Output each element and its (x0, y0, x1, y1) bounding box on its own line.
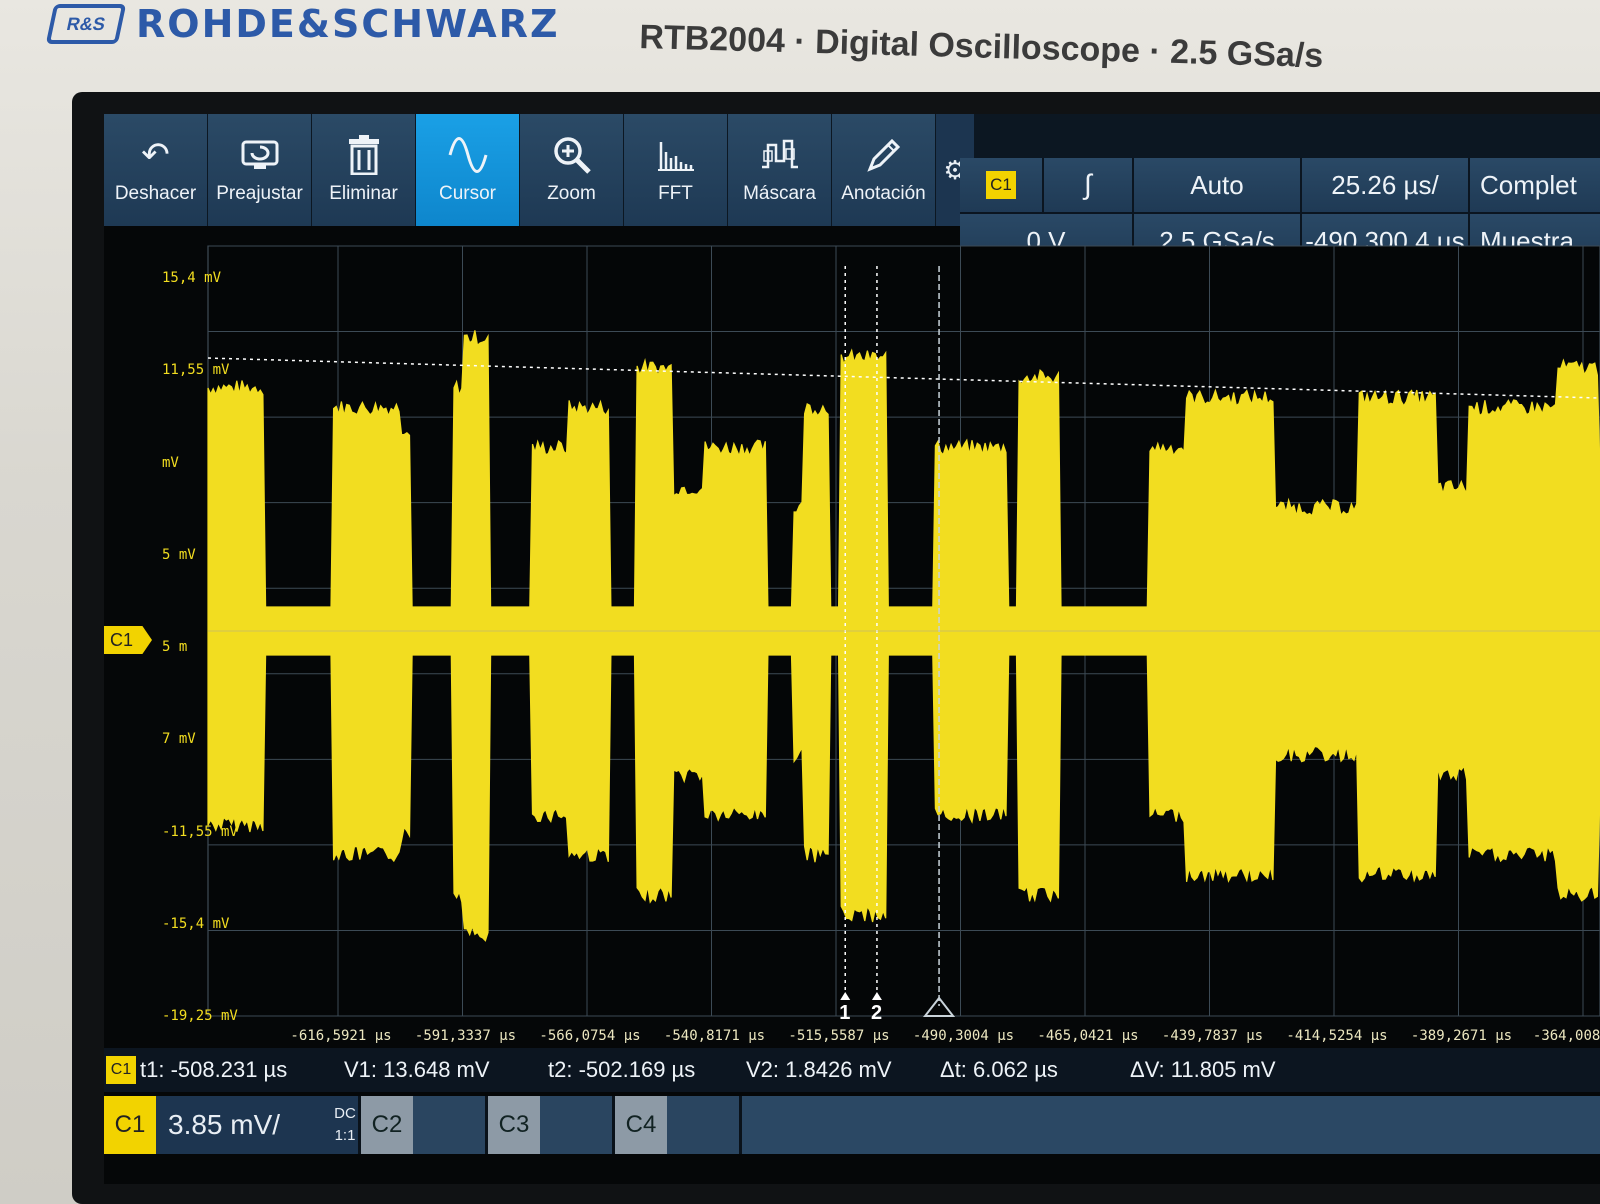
fft-button[interactable]: FFT (624, 114, 727, 226)
display-screen: ↶ Deshacer Preajustar Eliminar Cursor Zo… (104, 114, 1600, 1184)
channel-3-button[interactable]: C3 (488, 1096, 612, 1154)
rising-edge-icon: ∫ (1084, 169, 1092, 200)
tool-label: Cursor (438, 183, 496, 204)
channel-3-tag: C3 (488, 1096, 540, 1154)
y-tick-label: -19,25 mV (162, 1008, 238, 1024)
channel-bar-empty (742, 1096, 1600, 1154)
readout-t2: t2: -502.169 µs (548, 1057, 696, 1082)
tool-label: Eliminar (329, 183, 398, 204)
channel-4-tag: C4 (615, 1096, 667, 1154)
channel-1-coupling: DC 1:1 (332, 1103, 358, 1147)
x-tick-label: -364,0087 (1532, 1028, 1600, 1044)
y-tick-label: -15,4 mV (162, 915, 230, 932)
brand-logo: R&S (45, 4, 127, 44)
x-tick-label: -389,2671 µs (1410, 1028, 1513, 1044)
x-tick-label: -515,5587 µs (788, 1028, 890, 1044)
x-tick-label: -490,3004 µs (912, 1028, 1015, 1044)
x-tick-label: -540,8171 µs (663, 1028, 766, 1044)
delete-button[interactable]: Eliminar (312, 114, 415, 226)
tool-label: Deshacer (114, 183, 197, 204)
x-tick-label: -616,5921 µs (290, 1028, 392, 1044)
y-tick-label: 5 m (162, 639, 188, 655)
channel-offset-marker[interactable]: C1 (104, 626, 152, 654)
y-tick-label: 11,55 mV (162, 362, 230, 379)
trigger-source[interactable]: C1 (960, 158, 1042, 212)
probe-ratio: 1:1 (334, 1127, 356, 1144)
zoom-button[interactable]: Zoom (520, 114, 623, 226)
acquisition-mode[interactable]: Complet (1470, 158, 1600, 212)
readout-delta-t: Δt: 6.062 µs (940, 1057, 1058, 1082)
annotation-button[interactable]: Anotación (832, 114, 935, 226)
tool-label: Preajustar (216, 183, 303, 204)
cursor-1-label: 1 (839, 1002, 851, 1024)
model-line: RTB2004 · Digital Oscilloscope · 2.5 GSa… (638, 18, 1324, 76)
brand: R&S ROHDE&SCHWARZ (45, 0, 560, 48)
y-tick-label: 15,4 mV (162, 270, 222, 286)
cursor-button[interactable]: Cursor (416, 114, 519, 226)
tool-label: FFT (658, 183, 693, 204)
readout-v2: V2: 1.8426 mV (746, 1057, 892, 1082)
zoom-icon (552, 135, 592, 175)
mask-icon (760, 135, 800, 175)
timebase-scale[interactable]: 25.26 µs/ (1302, 158, 1468, 212)
y-tick-label: -11,55 mV (162, 823, 238, 840)
cursor-readout-bar: C1 t1: -508.231 µs V1: 13.648 mV t2: -50… (104, 1048, 1600, 1092)
tool-label: Anotación (841, 183, 926, 204)
preset-button[interactable]: Preajustar (208, 114, 311, 226)
tool-label: Zoom (547, 183, 596, 204)
trash-icon (344, 135, 384, 175)
brand-name: ROHDE&SCHWARZ (136, 2, 560, 46)
undo-icon: ↶ (141, 136, 170, 174)
x-tick-label: -591,3337 µs (414, 1028, 517, 1044)
y-tick-label: 5 mV (162, 546, 196, 563)
y-tick-label: 7 mV (162, 731, 196, 748)
trigger-slope[interactable]: ∫ (1044, 158, 1132, 212)
readout-delta-v: ΔV: 11.805 mV (1130, 1057, 1276, 1082)
cursor-wave-icon (448, 135, 488, 175)
channel-4-button[interactable]: C4 (615, 1096, 739, 1154)
x-tick-label: -439,7837 µs (1161, 1028, 1264, 1044)
waveform-plot[interactable]: 15,4 mV 11,55 mV mV 5 mV 5 m 7 mV -11,55 mV -15… (156, 226, 1600, 1046)
x-tick-label: -465,0421 µs (1037, 1028, 1139, 1044)
channel-2-tag: C2 (361, 1096, 413, 1154)
preset-icon (240, 135, 280, 175)
channel-1-tag: C1 (104, 1096, 156, 1154)
readout-channel-badge: C1 (106, 1056, 136, 1084)
coupling-text: DC (334, 1105, 356, 1122)
fft-icon (656, 135, 696, 175)
channel-bar: C1 3.85 mV/ DC 1:1 C2 C3 C4 (104, 1096, 1600, 1154)
trigger-source-badge: C1 (986, 171, 1016, 199)
trigger-mode[interactable]: Auto (1134, 158, 1300, 212)
channel-1-scale: 3.85 mV/ (168, 1109, 281, 1140)
y-tick-label: mV (162, 454, 179, 471)
tool-label: Máscara (743, 183, 816, 204)
waveform-svg (207, 245, 1600, 1017)
channel-2-button[interactable]: C2 (361, 1096, 485, 1154)
channel-1-button[interactable]: C1 3.85 mV/ DC 1:1 (104, 1096, 358, 1154)
undo-button[interactable]: ↶ Deshacer (104, 114, 207, 226)
x-tick-label: -414,5254 µs (1286, 1028, 1388, 1044)
readout-v1: V1: 13.648 mV (344, 1057, 490, 1082)
x-tick-label: -566,0754 µs (539, 1028, 641, 1044)
cursor-2-label: 2 (870, 1002, 883, 1024)
pen-icon (864, 135, 904, 175)
readout-t1: t1: -508.231 µs (140, 1057, 288, 1082)
mask-button[interactable]: Máscara (728, 114, 831, 226)
